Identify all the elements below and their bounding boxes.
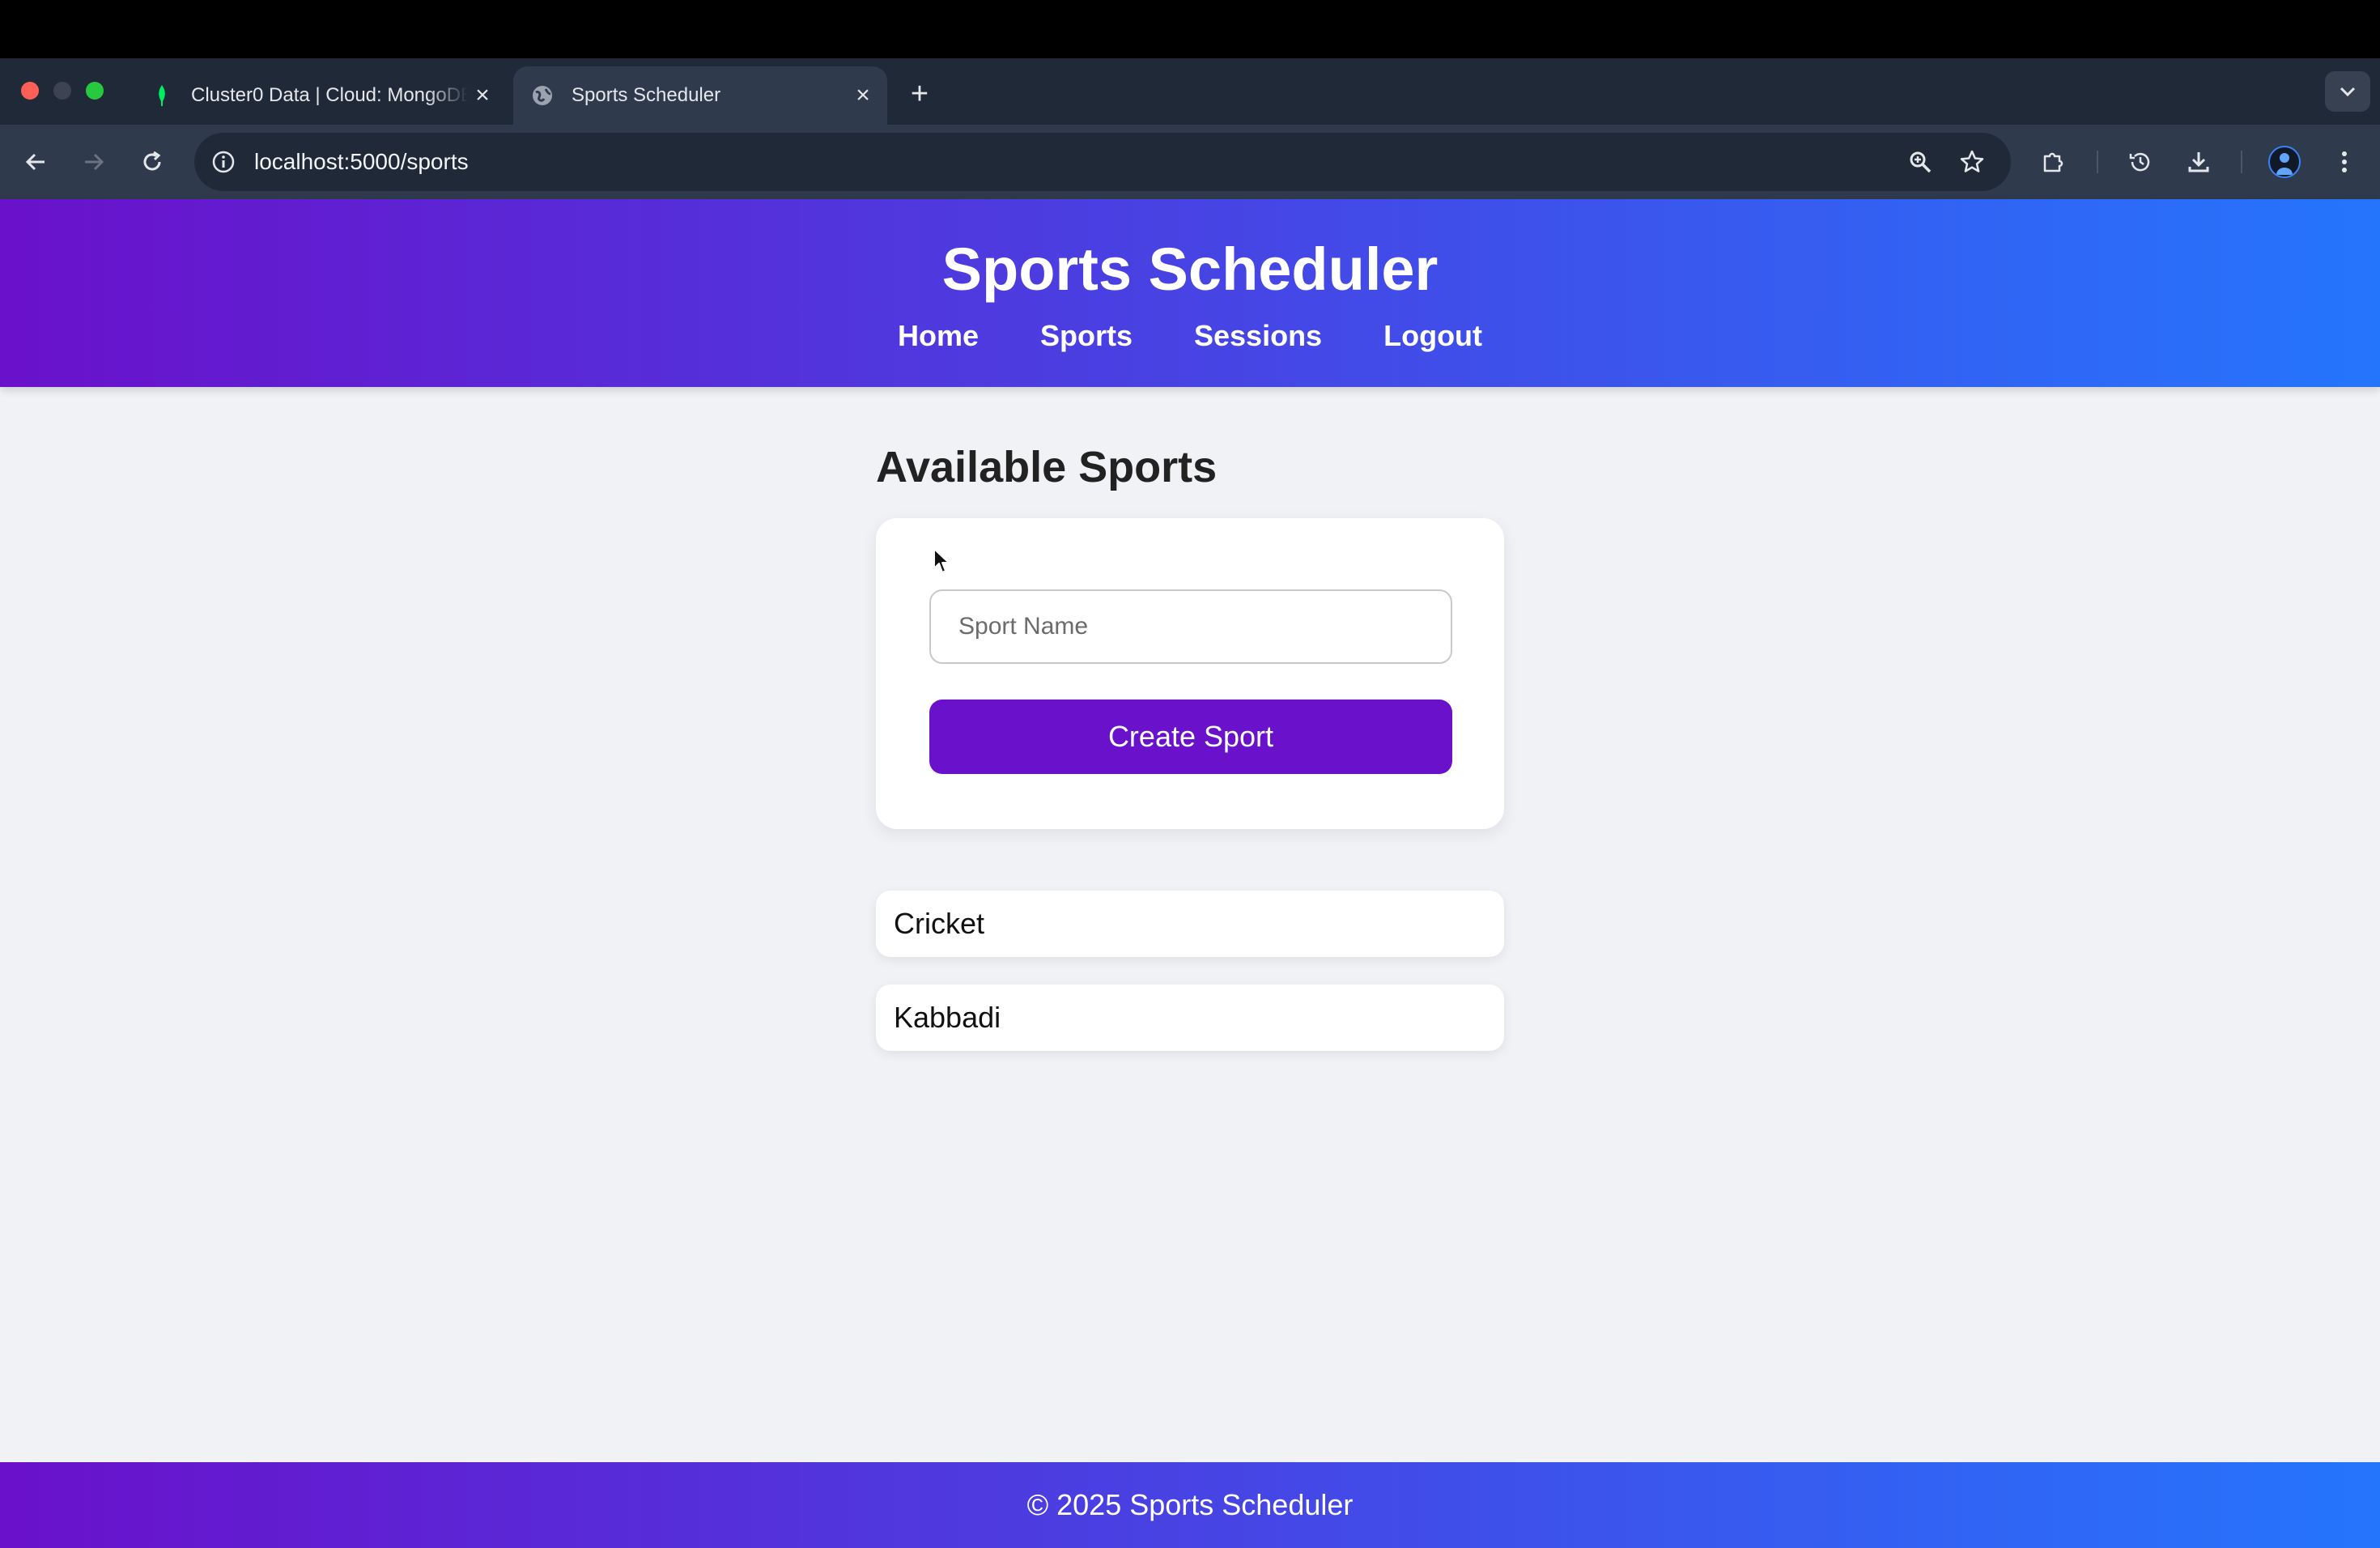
create-sport-button[interactable]: Create Sport [929,700,1452,774]
tab-close-icon[interactable]: × [468,81,497,110]
nav-logout[interactable]: Logout [1383,319,1482,353]
nav-sessions[interactable]: Sessions [1194,319,1322,353]
tab-mongodb[interactable]: Cluster0 Data | Cloud: MongoDB Cloud × [133,66,507,125]
tab-search-chevron-icon[interactable] [2325,71,2370,112]
zoom-icon[interactable] [1901,142,1940,181]
download-icon[interactable] [2179,142,2218,181]
mongodb-leaf-icon [151,84,173,107]
forward-arrow-icon[interactable] [74,142,113,181]
footer-copyright: © 2025 Sports Scheduler [1026,1488,1354,1521]
url-text[interactable]: localhost:5000/sports [254,147,469,176]
sport-item-kabbadi[interactable]: Kabbadi [876,985,1504,1051]
site-title: Sports Scheduler [941,236,1439,303]
bookmark-star-icon[interactable] [1953,142,1991,181]
tab-sports-scheduler[interactable]: Sports Scheduler × [513,66,887,125]
create-sport-card: Create Sport [876,518,1504,829]
new-tab-plus-icon[interactable]: + [902,76,937,112]
toolbar-separator [2097,151,2098,173]
page-viewport: Sports Scheduler Home Sports Sessions Lo… [0,199,2380,1548]
nav-sports[interactable]: Sports [1040,319,1133,353]
tab-title: Cluster0 Data | Cloud: MongoDB Cloud [191,84,468,106]
globe-icon [531,84,554,107]
extensions-puzzle-icon[interactable] [2034,142,2072,181]
sport-item-cricket[interactable]: Cricket [876,891,1504,957]
site-info-icon[interactable] [207,146,240,178]
browser-menu-icon[interactable] [2325,142,2364,181]
nav-home[interactable]: Home [898,319,979,353]
site-header: Sports Scheduler Home Sports Sessions Lo… [0,199,2380,387]
window-minimize-button[interactable] [53,82,71,100]
reload-icon[interactable] [133,142,172,181]
sport-name-input[interactable] [929,589,1452,664]
page-title: Available Sports [876,443,1218,491]
window-close-button[interactable] [21,82,39,100]
back-arrow-icon[interactable] [16,142,55,181]
tab-close-icon[interactable]: × [848,81,878,110]
tab-title: Sports Scheduler [572,84,721,106]
main-nav: Home Sports Sessions Logout [0,319,2380,353]
mouse-cursor-icon [933,547,950,579]
toolbar-separator [2241,151,2242,173]
window-maximize-button[interactable] [86,82,104,100]
site-footer: © 2025 Sports Scheduler [0,1462,2380,1548]
history-icon[interactable] [2121,142,2160,181]
menu-bar [0,0,2380,58]
profile-avatar[interactable] [2268,146,2301,178]
